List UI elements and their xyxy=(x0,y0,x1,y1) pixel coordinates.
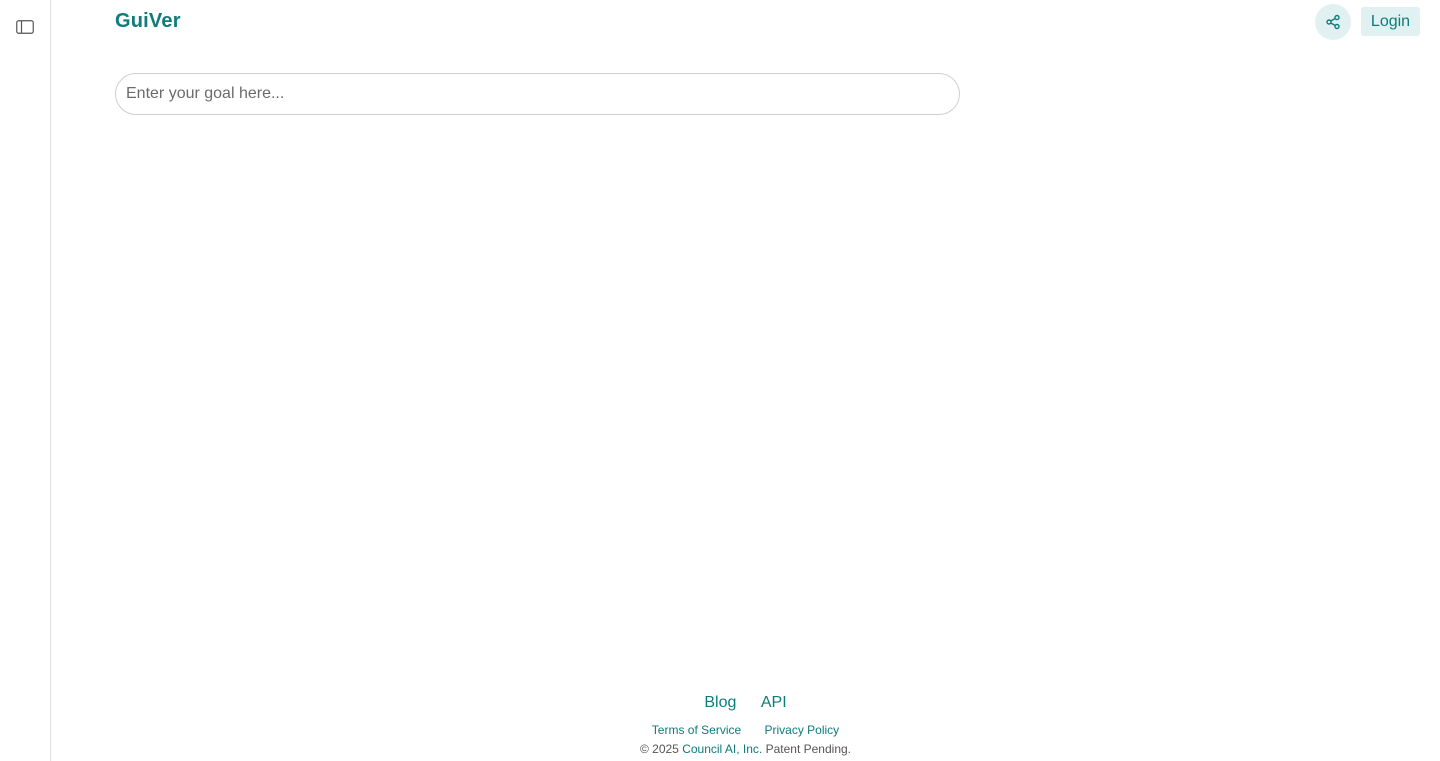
goal-input[interactable] xyxy=(115,73,960,115)
footer-links: Blog API xyxy=(51,690,1440,716)
share-button[interactable] xyxy=(1315,4,1351,40)
legal-links: Terms of Service Privacy Policy xyxy=(51,722,1440,738)
share-icon xyxy=(1326,14,1340,30)
copyright: © 2025 Council AI, Inc. Patent Pending. xyxy=(51,741,1440,757)
api-link[interactable]: API xyxy=(761,694,787,711)
copyright-suffix: Patent Pending. xyxy=(765,742,851,756)
sidebar-toggle-button[interactable] xyxy=(14,17,36,37)
login-button[interactable]: Login xyxy=(1361,7,1420,36)
company-link[interactable]: Council AI, Inc. xyxy=(682,742,762,756)
terms-of-service-link[interactable]: Terms of Service xyxy=(652,723,741,737)
sidebar-panel-icon xyxy=(16,20,34,34)
copyright-prefix: © 2025 xyxy=(639,742,679,756)
footer: Blog API Terms of Service Privacy Policy… xyxy=(51,690,1440,757)
privacy-policy-link[interactable]: Privacy Policy xyxy=(765,723,840,737)
sidebar xyxy=(0,0,51,761)
brand-logo[interactable]: GuiVer xyxy=(115,9,181,33)
blog-link[interactable]: Blog xyxy=(704,694,736,711)
